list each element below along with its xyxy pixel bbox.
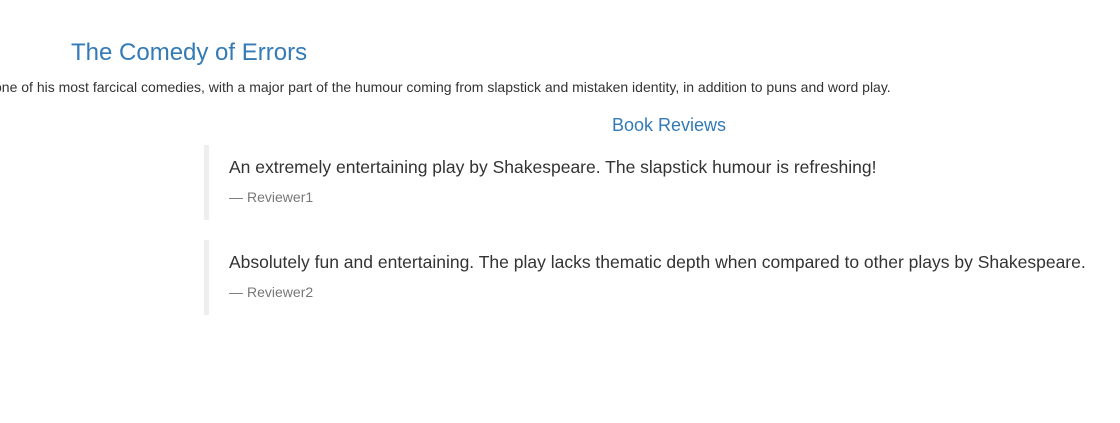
reviews-heading: Book Reviews bbox=[612, 115, 727, 135]
review-blockquote: Absolutely fun and entertaining. The pla… bbox=[204, 240, 1114, 315]
review-author: — Reviewer1 bbox=[229, 179, 1114, 207]
reviewer-name: Reviewer2 bbox=[247, 284, 314, 300]
em-dash: — bbox=[229, 284, 243, 300]
em-dash: — bbox=[229, 189, 243, 205]
reviewer-name: Reviewer1 bbox=[247, 189, 314, 205]
review-blockquote: An extremely entertaining play by Shakes… bbox=[204, 145, 1114, 220]
review-text: Absolutely fun and entertaining. The pla… bbox=[229, 252, 1086, 272]
book-title: The Comedy of Errors bbox=[71, 39, 308, 66]
review-author: — Reviewer2 bbox=[229, 274, 1114, 302]
review-text: An extremely entertaining play by Shakes… bbox=[229, 157, 877, 177]
page: The Comedy of Errors one of his most far… bbox=[0, 0, 1120, 423]
book-summary: one of his most farcical comedies, with … bbox=[0, 79, 891, 95]
